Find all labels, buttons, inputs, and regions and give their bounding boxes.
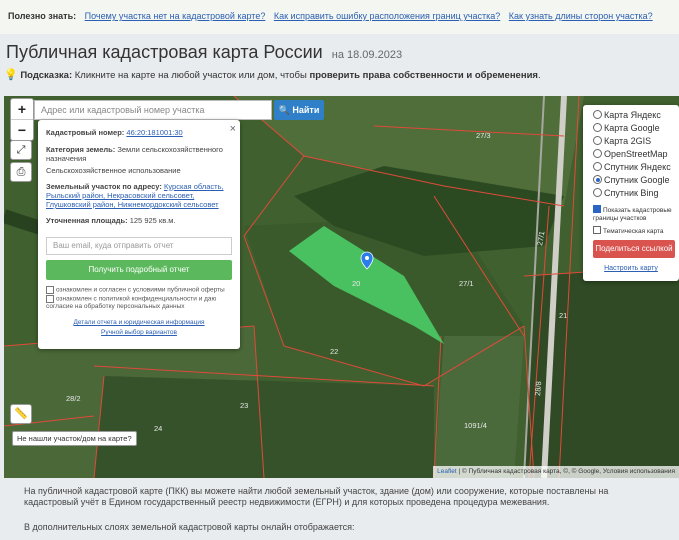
cadastral-map[interactable]: 27/3 27/1 27/1 21 22 23 24 28/2 1091/4 2… — [4, 96, 679, 478]
fullscreen-button[interactable]: ⤢ — [10, 140, 32, 160]
layer-option-yandex-satellite[interactable]: Спутник Яндекс — [593, 162, 671, 172]
address-label: Земельный участок по адресу: — [46, 182, 162, 191]
layer-option-yandex-map[interactable]: Карта Яндекс — [593, 110, 661, 120]
layer-option-2gis[interactable]: Карта 2GIS — [593, 136, 651, 146]
layer-label: OpenStreetMap — [604, 149, 668, 159]
find-button-label: Найти — [292, 105, 320, 115]
link-fix-border-error[interactable]: Как исправить ошибку расположения границ… — [274, 11, 500, 21]
parcel-label-23: 23 — [240, 401, 248, 410]
layer-option-google-satellite[interactable]: Спутник Google — [593, 175, 669, 185]
configure-map-link[interactable]: Настроить карту — [583, 265, 679, 272]
parcel-info-popup: × Кадастровый номер: 46:20:181001:30 Кат… — [38, 120, 240, 349]
details-link-wrap: Детали отчета и юридическая информация — [38, 319, 240, 326]
checkbox-icon — [46, 295, 54, 303]
measure-button[interactable]: 📏 — [10, 404, 32, 424]
page-title-text: Публичная кадастровая карта России — [6, 42, 323, 62]
checkbox-icon — [593, 226, 601, 234]
manual-link-wrap: Ручной выбор вариантов — [38, 329, 240, 336]
radio-icon — [593, 123, 602, 132]
cad-number-label: Кадастровый номер: — [46, 128, 125, 137]
zoom-in-button[interactable]: + — [11, 99, 33, 120]
layer-label: Спутник Яндекс — [604, 162, 671, 172]
layer-label: Спутник Google — [604, 175, 670, 185]
radio-icon — [593, 110, 602, 119]
report-details-link[interactable]: Детали отчета и юридическая информация — [73, 319, 204, 326]
thematic-map-label: Тематическая карта — [603, 228, 664, 235]
ruler-icon: 📏 — [14, 408, 28, 420]
lightbulb-icon: 💡 — [4, 69, 18, 81]
address-row: Земельный участок по адресу: Курская обл… — [46, 182, 232, 209]
hint-label: Подсказка: — [20, 70, 73, 81]
radio-icon — [593, 136, 602, 145]
layer-label: Карта 2GIS — [604, 136, 652, 146]
radio-icon — [593, 162, 602, 171]
intro-paragraph: На публичной кадастровой карте (ПКК) вы … — [24, 486, 609, 507]
cad-number-link[interactable]: 46:20:181001:30 — [126, 128, 182, 137]
layer-option-google-map[interactable]: Карта Google — [593, 123, 660, 133]
share-link-button[interactable]: Поделиться ссылкой — [593, 240, 675, 258]
not-found-button[interactable]: Не нашли участок/дом на карте? — [12, 431, 137, 446]
parcel-label-28-8: 28/8 — [533, 381, 543, 396]
email-input[interactable]: Ваш email, куда отправить отчет — [46, 237, 232, 255]
area-label: Уточненная площадь: — [46, 216, 128, 225]
hint-bold: проверить права собственности и обремене… — [309, 70, 538, 81]
printer-icon: ⎙ — [16, 166, 26, 178]
show-borders-label: Показать кадастровые границы участков — [593, 207, 672, 222]
useful-label: Полезно знать: — [8, 11, 77, 21]
radio-icon — [593, 149, 602, 158]
parcel-label-27-3: 27/3 — [476, 131, 491, 140]
agree-privacy-checkbox[interactable]: ознакомлен с политикой конфиденциальност… — [46, 295, 232, 311]
zoom-control: + − — [10, 98, 34, 141]
expand-icon: ⤢ — [16, 144, 26, 156]
parcel-label-27-1-a: 27/1 — [459, 279, 474, 288]
search-icon: 🔍 — [278, 105, 290, 115]
get-report-button[interactable]: Получить подробный отчет — [46, 260, 232, 280]
layer-switcher: Карта Яндекс Карта Google Карта 2GIS Ope… — [583, 105, 679, 281]
map-attribution: Leaflet | © Публичная кадастровая карта,… — [433, 466, 679, 478]
agree-offer-label: ознакомлен и согласен с условиями публич… — [56, 286, 225, 294]
agree-privacy-label: ознакомлен с политикой конфиденциальност… — [46, 295, 217, 311]
area-value: 125 925 кв.м. — [129, 216, 176, 225]
link-side-lengths[interactable]: Как узнать длины сторон участка? — [509, 11, 653, 21]
land-category-label: Категория земель: — [46, 145, 116, 154]
attribution-text: | © Публичная кадастровая карта, ©, © Go… — [458, 468, 675, 475]
layer-option-osm[interactable]: OpenStreetMap — [593, 149, 668, 159]
land-category-row: Категория земель: Земли сельскохозяйстве… — [46, 145, 232, 163]
parcel-label-21: 21 — [559, 311, 567, 320]
cad-number-row: Кадастровый номер: 46:20:181001:30 — [46, 128, 232, 137]
find-button[interactable]: 🔍 Найти — [274, 100, 324, 120]
page-date: на 18.09.2023 — [331, 49, 403, 61]
show-borders-checkbox[interactable]: Показать кадастровые границы участков — [593, 205, 677, 223]
hint-end: . — [537, 70, 541, 81]
link-why-no-parcel[interactable]: Почему участка нет на кадастровой карте? — [85, 11, 266, 21]
parcel-label-28-2: 28/2 — [66, 394, 81, 403]
layers-paragraph: В дополнительных слоях земельной кадастр… — [24, 522, 355, 532]
zoom-out-button[interactable]: − — [11, 120, 33, 140]
page-title: Публичная кадастровая карта России на 18… — [6, 42, 402, 63]
layer-label: Спутник Bing — [604, 188, 659, 198]
parcel-label-20: 20 — [352, 279, 360, 288]
top-info-bar: Полезно знать: Почему участка нет на кад… — [0, 0, 679, 34]
parcel-label-22: 22 — [330, 347, 338, 356]
thematic-map-checkbox[interactable]: Тематическая карта — [593, 226, 677, 236]
print-button[interactable]: ⎙ — [10, 162, 32, 182]
layer-label: Карта Google — [604, 123, 660, 133]
hint-text: Кликните на карте на любой участок или д… — [74, 70, 307, 81]
hint-line: 💡 Подсказка: Кликните на карте на любой … — [4, 68, 541, 81]
agree-offer-checkbox[interactable]: ознакомлен и согласен с условиями публич… — [46, 286, 232, 294]
manual-select-link[interactable]: Ручной выбор вариантов — [101, 329, 177, 336]
checkbox-icon — [46, 286, 54, 294]
search-input[interactable]: Адрес или кадастровый номер участка — [34, 100, 272, 120]
parcel-label-1091-4: 1091/4 — [464, 421, 487, 430]
land-use-value: Сельскохозяйственное использование — [46, 166, 181, 175]
leaflet-link[interactable]: Leaflet — [437, 468, 457, 475]
layer-option-bing-satellite[interactable]: Спутник Bing — [593, 188, 658, 198]
area-row: Уточненная площадь: 125 925 кв.м. — [46, 216, 232, 225]
radio-icon — [593, 188, 602, 197]
checkbox-checked-icon — [593, 205, 601, 213]
radio-selected-icon — [593, 175, 602, 184]
layer-label: Карта Яндекс — [604, 110, 661, 120]
parcel-label-24: 24 — [154, 424, 162, 433]
